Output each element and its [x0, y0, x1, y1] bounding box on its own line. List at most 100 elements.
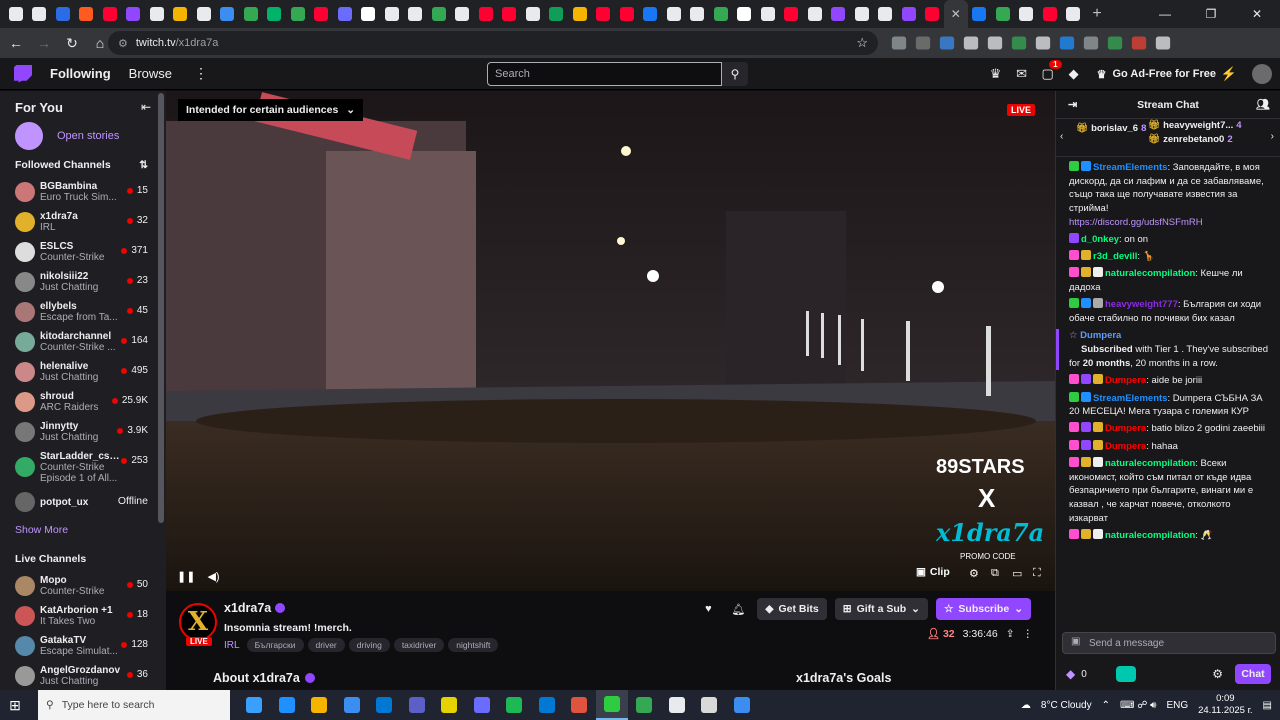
browser-tab[interactable]: [780, 0, 804, 28]
sidebar-channel-mopo[interactable]: Mopo Counter-Strike 50: [0, 571, 166, 601]
prime-crown-icon[interactable]: ♛: [983, 66, 1009, 82]
sidebar-channel-x1dra7a[interactable]: x1dra7a IRL 32: [0, 207, 166, 237]
audience-warning[interactable]: Intended for certain audiences ⌄: [178, 99, 364, 121]
extension-icon[interactable]: [1107, 36, 1123, 50]
collapse-chat-icon[interactable]: ⇥: [1068, 98, 1077, 111]
taskbar-app-icon[interactable]: [726, 690, 759, 720]
twitch-logo-icon[interactable]: [14, 64, 32, 83]
pause-icon[interactable]: ❚❚: [177, 570, 195, 583]
fullscreen-icon[interactable]: ⛶: [1033, 567, 1041, 580]
browser-tab[interactable]: [592, 0, 616, 28]
taskbar-app-icon[interactable]: [368, 690, 401, 720]
extension-icon[interactable]: [1011, 36, 1027, 50]
clock[interactable]: 0:09 24.11.2025 г.: [1198, 693, 1252, 717]
show-more-link[interactable]: Show More: [0, 517, 166, 543]
sidebar-channel-helenalive[interactable]: helenalive Just Chatting 495: [0, 357, 166, 387]
chat-username[interactable]: heavyweight777: [1105, 299, 1178, 310]
clip-button[interactable]: ▣ Clip: [916, 566, 950, 578]
browser-tab[interactable]: [427, 0, 451, 28]
browser-tab[interactable]: [850, 0, 874, 28]
browser-tab[interactable]: [239, 0, 263, 28]
stream-tag[interactable]: driver: [307, 638, 345, 652]
chat-username[interactable]: naturalecompilation: [1105, 530, 1195, 541]
sort-icon[interactable]: ⇅: [139, 159, 148, 171]
bits-icon[interactable]: ◆: [1061, 66, 1087, 82]
reload-icon[interactable]: ↻: [60, 31, 84, 55]
taskbar-app-icon[interactable]: [336, 690, 369, 720]
browser-tab[interactable]: [51, 0, 75, 28]
gift-sub-button[interactable]: ⊞ Gift a Sub ⌄: [834, 598, 928, 620]
browser-tab[interactable]: [1038, 0, 1062, 28]
sidebar-channel-ellybels[interactable]: ellybels Escape from Ta... 45: [0, 297, 166, 327]
taskbar-app-icon[interactable]: [531, 690, 564, 720]
popout-icon[interactable]: ⧉: [991, 567, 999, 580]
browser-tab[interactable]: [756, 0, 780, 28]
minimize-button[interactable]: —: [1142, 0, 1188, 28]
turbo-icon[interactable]: ⚡: [1216, 66, 1242, 82]
chat-username[interactable]: Dumpera: [1105, 375, 1146, 386]
sidebar-channel-potpot-ux[interactable]: potpot_ux Offline: [0, 487, 166, 517]
new-tab-icon[interactable]: +: [1085, 5, 1109, 23]
browser-tab[interactable]: [1062, 0, 1086, 28]
back-icon[interactable]: ←: [4, 31, 28, 55]
sub-username[interactable]: Dumpera: [1080, 330, 1121, 341]
stream-tag[interactable]: nightshift: [448, 638, 499, 652]
browser-tab[interactable]: [75, 0, 99, 28]
weather-icon[interactable]: ☁: [1021, 700, 1031, 711]
extension-icon[interactable]: [1035, 36, 1051, 50]
sidebar-channel-angelgrozdanov[interactable]: AngelGrozdanov Just Chatting 36: [0, 661, 166, 690]
maximize-button[interactable]: ❐: [1188, 0, 1234, 28]
browser-tab[interactable]: [333, 0, 357, 28]
taskbar-app-icon[interactable]: [595, 690, 628, 720]
browser-tab[interactable]: [733, 0, 757, 28]
browser-tab[interactable]: [286, 0, 310, 28]
follow-heart-icon[interactable]: ♥: [697, 598, 719, 620]
open-stories[interactable]: Open stories: [0, 122, 166, 150]
extension-icon[interactable]: [1059, 36, 1075, 50]
taskbar-search[interactable]: ⚲ Type here to search: [38, 690, 230, 720]
sidebar-channel-nikolsiii22[interactable]: nikolsiii22 Just Chatting 23: [0, 267, 166, 297]
browser-tab[interactable]: [404, 0, 428, 28]
browser-tab[interactable]: [498, 0, 522, 28]
search-icon[interactable]: ⚲: [722, 62, 748, 86]
close-tab-icon[interactable]: ✕: [951, 7, 961, 21]
notification-bell-icon[interactable]: 🔔︎: [727, 598, 749, 620]
forward-icon[interactable]: →: [32, 31, 56, 55]
volume-icon[interactable]: ◀): [207, 570, 219, 583]
browser-tab[interactable]: [28, 0, 52, 28]
chat-username[interactable]: naturalecompilation: [1105, 268, 1195, 279]
taskbar-app-icon[interactable]: [303, 690, 336, 720]
extension-icon[interactable]: [963, 36, 979, 50]
gifter[interactable]: 🎁︎ heavyweight7... 4: [1148, 120, 1242, 131]
extension-icon[interactable]: [891, 36, 907, 50]
chat-users-icon[interactable]: 👥︎: [1256, 98, 1270, 111]
ad-free-button[interactable]: ♛ Go Ad-Free for Free: [1097, 68, 1216, 81]
address-bar[interactable]: ⚙ twitch.tv/x1dra7a ☆: [108, 31, 878, 55]
bookmark-star-icon[interactable]: ☆: [856, 35, 868, 51]
channel-name[interactable]: x1dra7a: [224, 601, 286, 615]
sidebar-channel-jinnytty[interactable]: Jinnytty Just Chatting 3.9K: [0, 417, 166, 447]
inbox-icon[interactable]: ✉: [1009, 66, 1035, 82]
tray-icons[interactable]: ⌨ ☍ 🔊︎: [1120, 700, 1156, 711]
browser-tab[interactable]: [380, 0, 404, 28]
browser-tab[interactable]: [874, 0, 898, 28]
extension-icon[interactable]: [1155, 36, 1171, 50]
browser-tab[interactable]: [568, 0, 592, 28]
collapse-sidebar-icon[interactable]: ⇤: [141, 100, 151, 114]
browser-tab[interactable]: [145, 0, 169, 28]
browser-tab[interactable]: ✕: [944, 0, 968, 28]
stream-tag[interactable]: taxidriver: [393, 638, 445, 652]
taskbar-app-icon[interactable]: [498, 690, 531, 720]
more-options-icon[interactable]: ⋮: [1023, 628, 1034, 640]
windows-start-icon[interactable]: ⊞: [0, 697, 30, 714]
extension-icon[interactable]: [1083, 36, 1099, 50]
extension-icon[interactable]: [1131, 36, 1147, 50]
taskbar-app-icon[interactable]: [433, 690, 466, 720]
sidebar-channel-bgbambina[interactable]: BGBambina Euro Truck Sim... 15: [0, 177, 166, 207]
gifter[interactable]: 🎁︎ borislav_6 8: [1076, 123, 1146, 134]
stream-tag[interactable]: driving: [348, 638, 390, 652]
extension-icon[interactable]: [987, 36, 1003, 50]
notifications-icon[interactable]: ▤: [1263, 700, 1272, 711]
sidebar-scrollbar[interactable]: [158, 93, 164, 523]
chat-settings-icon[interactable]: ⚙: [1212, 667, 1223, 681]
